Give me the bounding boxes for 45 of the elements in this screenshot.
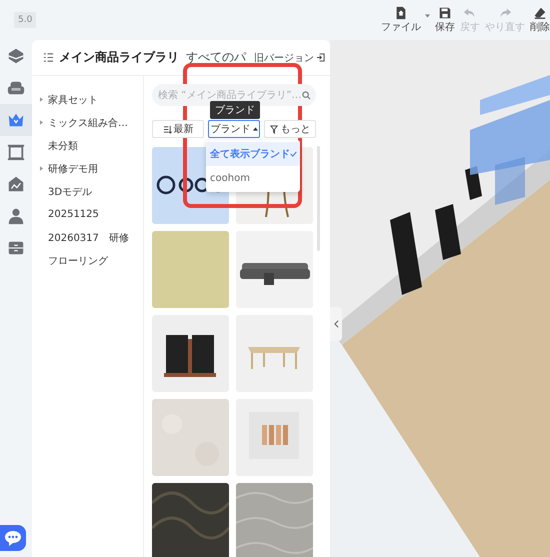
brand-option[interactable]: coohom <box>206 166 300 190</box>
redo-icon <box>498 6 512 20</box>
collapse-handle[interactable] <box>330 307 342 341</box>
check-icon <box>290 150 297 158</box>
category-item[interactable]: 20260317 研修 <box>32 226 143 249</box>
chat-icon <box>3 528 23 548</box>
scope-tab[interactable]: すべてのパ <box>186 49 246 66</box>
chevron-icon <box>334 320 338 328</box>
house-icon <box>7 175 25 193</box>
search-icon <box>302 90 311 100</box>
door-frame-icon <box>7 143 25 161</box>
category-item[interactable]: 未分類 <box>32 134 143 157</box>
menu-icon[interactable] <box>43 52 54 63</box>
category-item[interactable]: ミックス組み合… <box>32 111 143 134</box>
person-icon <box>7 207 25 225</box>
rail-tab[interactable] <box>0 104 32 136</box>
category-item[interactable]: 家具セット <box>32 88 143 111</box>
library-title: メイン商品ライブラリ <box>59 49 179 66</box>
filter-icon <box>270 124 278 134</box>
save-icon <box>438 6 452 20</box>
exit-icon <box>316 53 325 62</box>
toolbar-button[interactable]: ファイル <box>381 6 430 34</box>
crown-icon <box>7 111 25 129</box>
cabinet-icon <box>7 239 25 257</box>
old-version-link[interactable]: 旧バージョン <box>254 50 325 64</box>
tooltip: ブランド <box>210 101 260 119</box>
toolbar-button[interactable]: 保存 <box>435 6 455 34</box>
filter-button[interactable]: もっと <box>264 120 316 138</box>
chat-button[interactable] <box>0 525 26 551</box>
file-icon <box>394 6 408 20</box>
category-item[interactable]: フローリング <box>32 249 143 272</box>
version-badge: 5.0 <box>14 12 36 28</box>
category-item[interactable]: 研修デモ用 <box>32 157 143 180</box>
cube-icon <box>7 47 25 65</box>
undo-icon <box>463 6 477 20</box>
caret-icon <box>252 127 258 131</box>
eraser-icon <box>533 6 547 20</box>
filter-button[interactable]: 最新 <box>152 120 204 138</box>
caret-icon <box>425 14 430 18</box>
category-item[interactable]: 3Dモデル <box>32 180 143 203</box>
toolbar-button[interactable]: 削除 <box>530 6 550 34</box>
category-item[interactable]: 20251125 <box>32 203 143 226</box>
sofa-icon <box>7 79 25 97</box>
filter-button[interactable]: ブランド <box>208 120 260 138</box>
sort-icon <box>162 124 172 134</box>
